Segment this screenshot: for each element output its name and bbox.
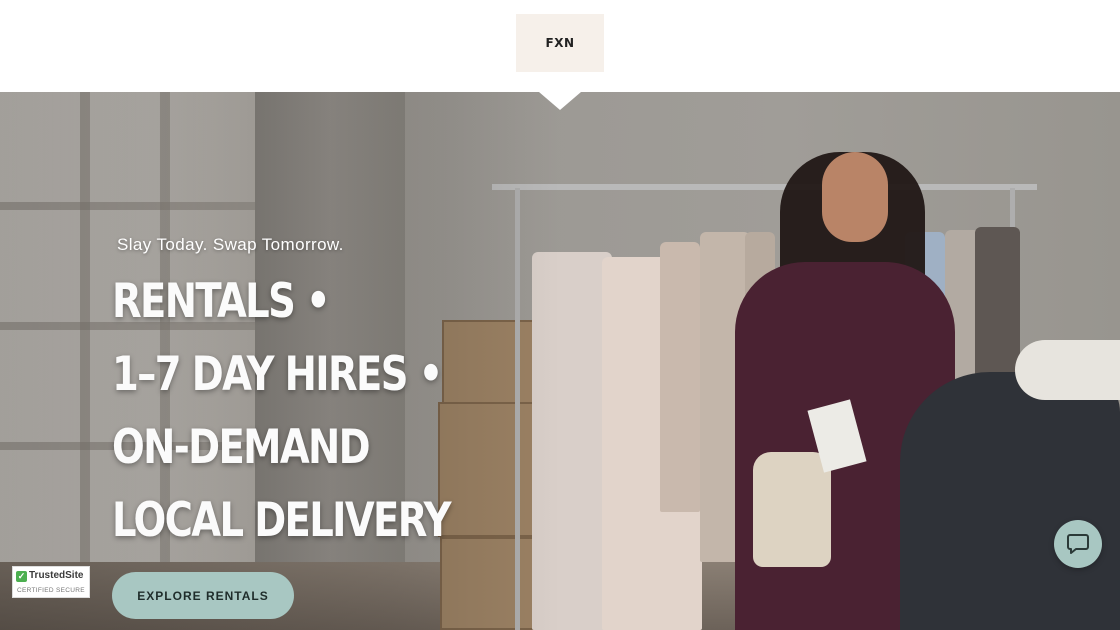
hero-heading-line-3: ON-DEMAND	[112, 420, 371, 475]
garment-bag	[900, 372, 1120, 630]
site-header: FXN	[0, 0, 1120, 92]
hero-heading-line-1: RENTALS •	[112, 274, 331, 329]
hero-tagline: Slay Today. Swap Tomorrow.	[117, 235, 344, 254]
hanging-garment	[660, 242, 700, 512]
trustedsite-title: TrustedSite	[29, 570, 84, 581]
model-face	[822, 152, 888, 242]
trustedsite-badge[interactable]: ✓ TrustedSite CERTIFIED SECURE	[12, 566, 90, 598]
gloved-hand	[1015, 340, 1120, 400]
hero-heading-line-2: 1–7 DAY HIRES •	[112, 347, 443, 402]
trustedsite-title-row: ✓ TrustedSite	[16, 570, 83, 582]
logo-text: FXN	[545, 36, 575, 50]
site-logo[interactable]: FXN	[516, 14, 604, 72]
drawstring-pouch	[753, 452, 831, 567]
header-notch	[539, 92, 581, 110]
check-icon: ✓	[16, 571, 27, 582]
hero-banner: Slay Today. Swap Tomorrow. RENTALS • 1–7…	[0, 92, 1120, 630]
clothing-rack	[492, 184, 1037, 190]
chat-bubble-icon	[1067, 534, 1089, 554]
trustedsite-subtitle: CERTIFIED SECURE	[17, 587, 85, 594]
explore-rentals-button[interactable]: EXPLORE RENTALS	[112, 572, 294, 619]
hero-heading-line-4: LOCAL DELIVERY	[112, 493, 452, 548]
chat-widget-button[interactable]	[1054, 520, 1102, 568]
